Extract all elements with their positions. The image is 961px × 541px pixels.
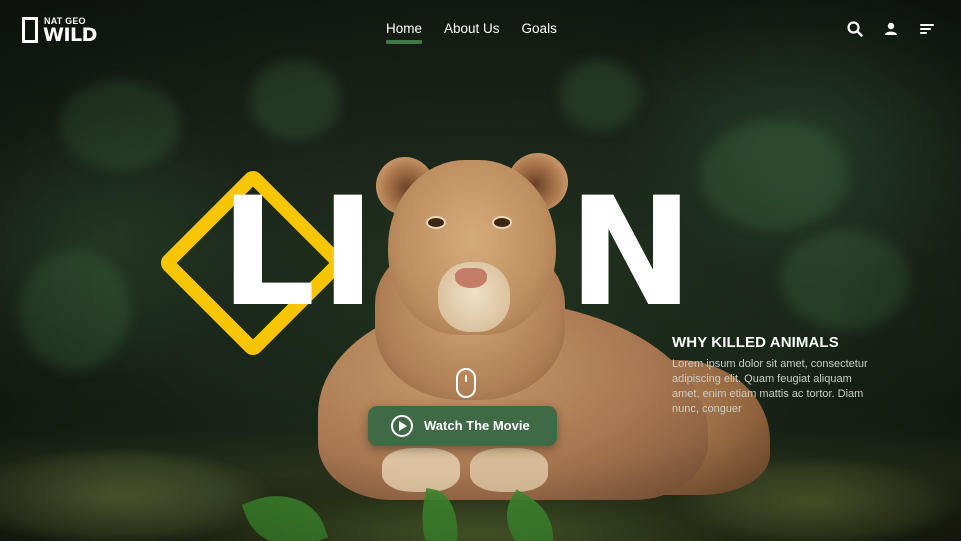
logo-frame-icon [22,17,38,43]
watch-movie-label: Watch The Movie [424,418,530,433]
main-nav: Home About Us Goals [386,20,557,44]
hero-letter-l: L [220,166,316,340]
hero-letter-n: N [568,166,694,340]
nat-geo-wild-logo[interactable]: NAT GEO WILD [22,16,102,46]
logo-text-bottom: WILD [43,24,97,46]
section-description: Lorem ipsum dolor sit amet, consectetur … [672,358,868,415]
nav-goals[interactable]: Goals [522,20,557,38]
section-title: WHY KILLED ANIMALS [672,334,839,351]
hero-background [0,0,961,541]
user-icon[interactable] [883,21,899,37]
search-icon[interactable] [847,21,863,37]
watch-movie-button[interactable]: Watch The Movie [368,406,557,446]
scroll-mouse-icon[interactable] [456,368,476,398]
nav-about-us[interactable]: About Us [444,20,500,38]
play-icon [391,415,413,437]
hero-letter-i: I [320,166,376,340]
nav-home[interactable]: Home [386,20,423,44]
header-icons [847,21,935,37]
menu-icon[interactable] [919,21,935,37]
